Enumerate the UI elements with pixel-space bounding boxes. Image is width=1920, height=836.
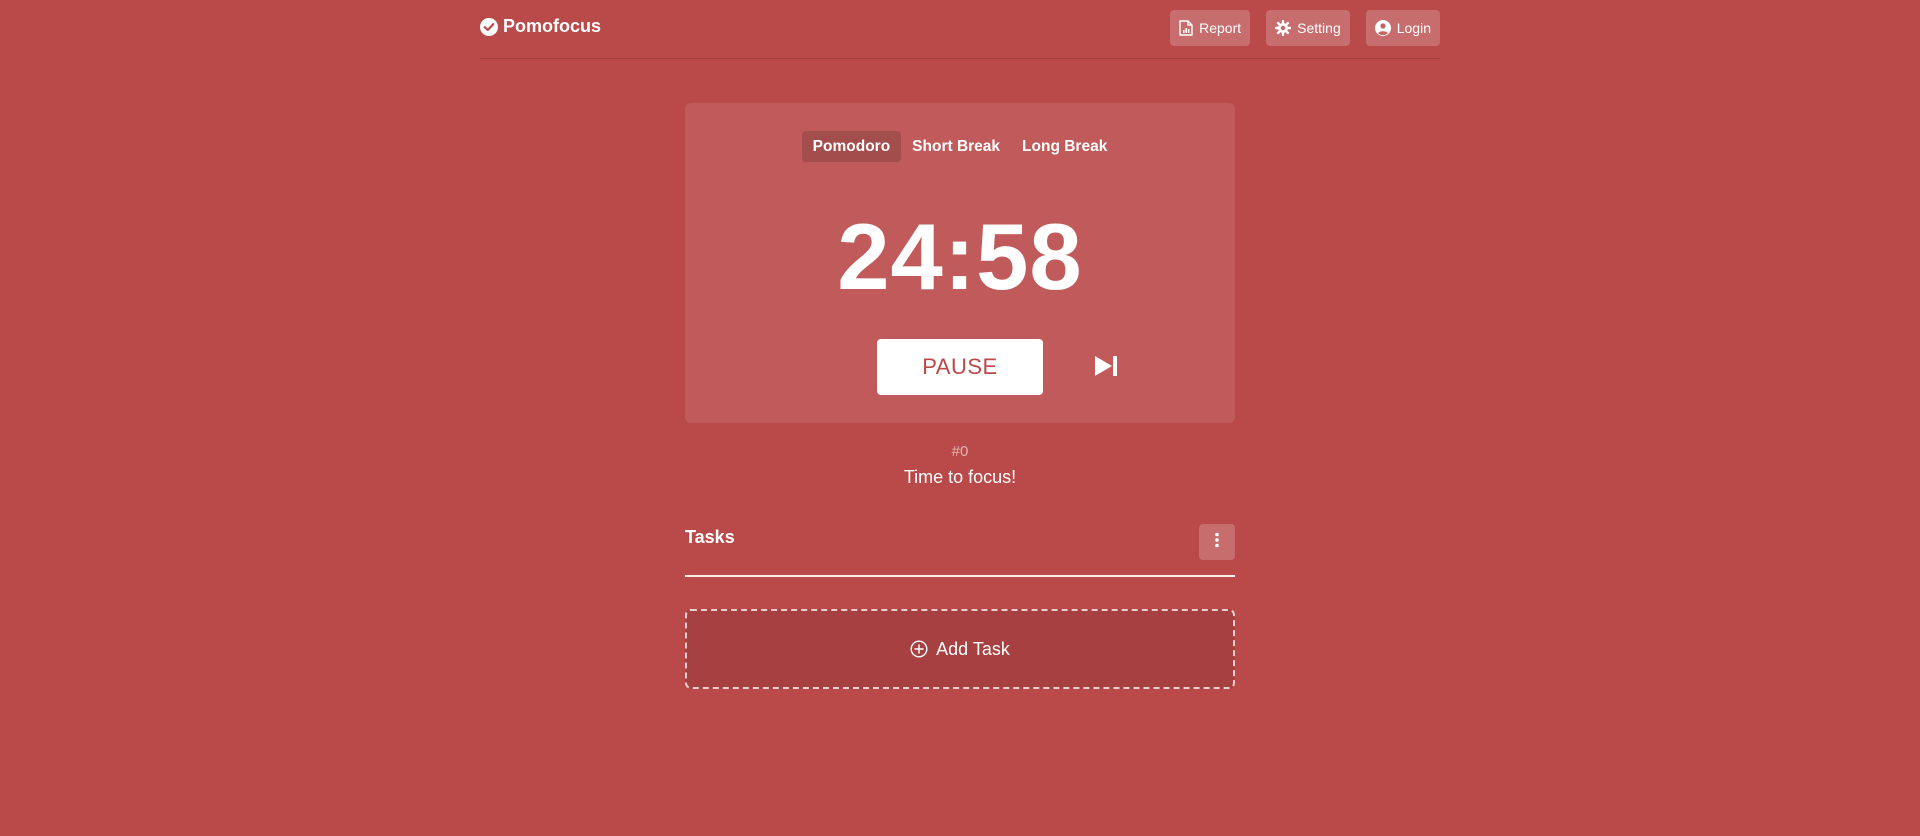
focus-message: Time to focus! — [903, 467, 1017, 487]
brand-name: Pomofocus — [503, 16, 602, 36]
header: Pomofocus Report Setting Login — [480, 0, 1440, 59]
brand-logo[interactable]: Pomofocus — [480, 16, 601, 37]
add-task-label: Add Task — [936, 638, 1010, 659]
plus-circle-icon — [910, 640, 928, 658]
tab-short-break[interactable]: Short Break — [901, 131, 1011, 162]
tasks-header: Tasks — [685, 522, 1235, 577]
user-circle-icon — [1374, 20, 1391, 36]
login-label: Login — [1396, 20, 1431, 36]
login-button[interactable]: Login — [1365, 10, 1440, 46]
top-nav: Report Setting Login — [1170, 10, 1440, 46]
kebab-menu-icon — [1214, 532, 1220, 553]
gear-icon — [1275, 20, 1292, 36]
session-counter[interactable]: #0 — [685, 443, 1235, 460]
setting-button[interactable]: Setting — [1266, 10, 1350, 46]
pause-button[interactable]: PAUSE — [877, 339, 1043, 395]
skip-button[interactable] — [1093, 353, 1119, 379]
app-page: Pomofocus Report Setting Login Pomodoro … — [0, 0, 1920, 836]
skip-next-icon — [1093, 353, 1119, 379]
tab-pomodoro[interactable]: Pomodoro — [801, 131, 902, 162]
add-task-button[interactable]: Add Task — [685, 609, 1235, 689]
timer-display: 24:58 — [837, 204, 1083, 309]
tab-long-break[interactable]: Long Break — [1011, 131, 1118, 162]
report-label: Report — [1199, 20, 1242, 36]
report-button[interactable]: Report — [1170, 10, 1251, 46]
tasks-title: Tasks — [685, 527, 735, 547]
check-circle-icon — [480, 17, 498, 36]
timer-card: Pomodoro Short Break Long Break 24:58 PA… — [685, 103, 1235, 423]
report-icon — [1179, 20, 1193, 36]
mode-tabs: Pomodoro Short Break Long Break — [685, 131, 1235, 162]
tasks-menu-button[interactable] — [1199, 524, 1235, 560]
setting-label: Setting — [1297, 20, 1341, 36]
